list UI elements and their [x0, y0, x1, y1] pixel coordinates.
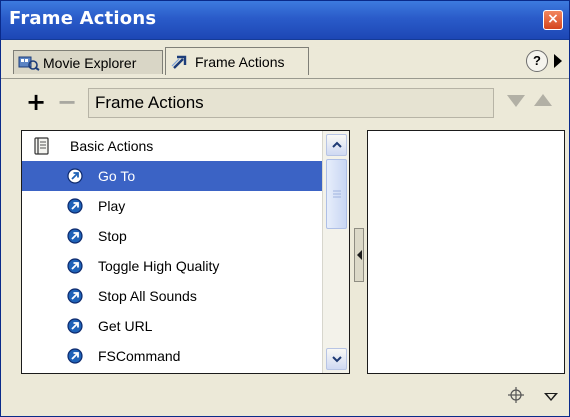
action-arrow-icon [67, 348, 83, 364]
close-icon: × [547, 11, 559, 27]
action-arrow-icon [67, 198, 83, 214]
list-item-stop-all-sounds[interactable]: Stop All Sounds [22, 281, 322, 311]
book-icon [34, 137, 49, 155]
close-button[interactable]: × [543, 10, 563, 30]
script-pane[interactable] [367, 130, 565, 374]
crosshair-icon[interactable] [508, 387, 524, 403]
frame-actions-window: Frame Actions × Movie Explorer Frame Act… [0, 0, 570, 417]
action-arrow-icon [67, 318, 83, 334]
action-arrow-icon [67, 288, 83, 304]
action-arrow-icon [67, 228, 83, 244]
action-arrow-icon [67, 168, 83, 184]
category-basic-actions[interactable]: Basic Actions [22, 131, 322, 161]
list-item-label: FSCommand [98, 348, 181, 364]
action-name-field[interactable]: Frame Actions [88, 88, 494, 118]
pane-splitter[interactable] [354, 228, 364, 282]
collapse-left-icon [357, 250, 362, 260]
list-item-fscommand[interactable]: FSCommand [22, 341, 322, 371]
scroll-thumb[interactable] [326, 159, 347, 229]
panel-menu-arrow-icon[interactable] [554, 54, 562, 68]
scroll-up-button[interactable] [326, 134, 347, 156]
tab-label: Movie Explorer [43, 54, 137, 71]
action-arrow-icon [67, 258, 83, 274]
window-title: Frame Actions [9, 8, 157, 29]
list-item-label: Get URL [98, 318, 153, 334]
panel-tab-strip: Movie Explorer Frame Actions ? [1, 40, 569, 79]
add-action-button[interactable]: + [24, 90, 48, 116]
chevron-down-icon [332, 356, 342, 363]
category-label: Basic Actions [70, 138, 154, 154]
list-item-label: Play [98, 198, 126, 214]
list-item-get-url[interactable]: Get URL [22, 311, 322, 341]
minus-icon: − [56, 88, 78, 116]
move-up-button[interactable] [534, 94, 552, 106]
tab-frame-actions[interactable]: Frame Actions [165, 47, 309, 75]
actions-toolbox-list: Basic Actions Go To Play Stop Toggle Hig… [21, 130, 350, 374]
options-menu-icon[interactable] [544, 393, 558, 401]
list-item-toggle-high-quality[interactable]: Toggle High Quality [22, 251, 322, 281]
tab-movie-explorer[interactable]: Movie Explorer [13, 50, 163, 74]
movie-explorer-icon [18, 56, 40, 71]
help-icon: ? [533, 53, 541, 68]
list-item-label: Toggle High Quality [98, 258, 220, 274]
list-item-stop[interactable]: Stop [22, 221, 322, 251]
move-down-button[interactable] [507, 95, 525, 107]
list-item-label: Stop [98, 228, 127, 244]
tab-label: Frame Actions [195, 53, 285, 70]
list-item-label: Go To [98, 168, 136, 184]
list-item-play[interactable]: Play [22, 191, 322, 221]
scroll-down-button[interactable] [326, 348, 347, 370]
chevron-up-icon [332, 141, 342, 148]
remove-action-button[interactable]: − [55, 90, 79, 116]
list-item-label: Stop All Sounds [98, 288, 197, 304]
help-button[interactable]: ? [526, 50, 548, 72]
grip-icon [333, 190, 341, 198]
list-item-go-to[interactable]: Go To [22, 161, 322, 191]
title-bar[interactable]: Frame Actions × [1, 1, 569, 40]
vertical-scrollbar[interactable] [322, 131, 349, 373]
frame-actions-icon [171, 55, 187, 69]
plus-icon: + [25, 88, 47, 116]
